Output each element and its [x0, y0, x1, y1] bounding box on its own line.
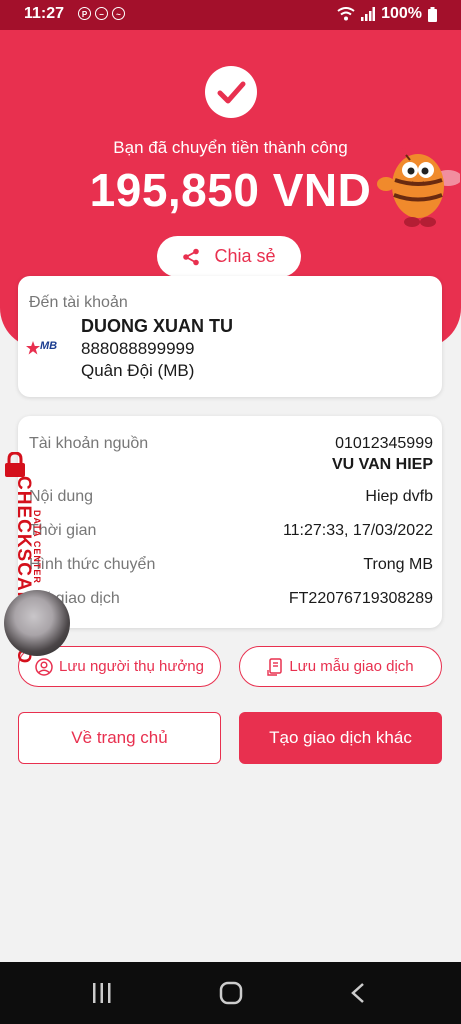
- recipient-name: DUONG XUAN TU: [81, 316, 233, 336]
- signal-icon: [361, 7, 376, 21]
- mb-logo-text: MB: [40, 340, 58, 352]
- back-icon[interactable]: [350, 982, 366, 1004]
- recipient-card: Đến tài khoản MB DUONG XUAN TU 888088899…: [18, 276, 442, 397]
- status-bar: 11:27 P − ~ 100%: [0, 0, 461, 30]
- method-row: Hình thức chuyển Trong MB: [29, 556, 433, 574]
- share-label: Chia sẻ: [214, 246, 276, 266]
- recipient-label: Đến tài khoản: [29, 294, 128, 311]
- share-button[interactable]: Chia sẻ: [157, 236, 301, 277]
- notification-icons: P − ~: [78, 7, 125, 20]
- home-button[interactable]: Về trang chủ: [18, 712, 221, 764]
- save-beneficiary-button[interactable]: Lưu người thụ hưởng: [18, 646, 221, 687]
- notification-p-icon: P: [78, 7, 91, 20]
- messenger-icon: ~: [112, 7, 125, 20]
- share-icon: [183, 248, 200, 265]
- battery-percent: 100%: [381, 5, 422, 22]
- recipient-bank: Quân Đội (MB): [81, 361, 195, 380]
- new-transaction-button[interactable]: Tạo giao dịch khác: [239, 712, 442, 764]
- save-template-button[interactable]: Lưu mẫu giao dịch: [239, 646, 442, 687]
- home-button-label: Về trang chủ: [71, 728, 168, 747]
- home-icon[interactable]: [219, 981, 243, 1005]
- user-icon: [35, 657, 53, 676]
- content-row: Nội dung Hiep dvfb: [29, 488, 433, 506]
- save-template-label: Lưu mẫu giao dịch: [289, 658, 414, 675]
- system-nav-bar: [0, 962, 461, 1024]
- dnd-icon: −: [95, 7, 108, 20]
- transaction-id-label: Mã giao dịch: [29, 590, 120, 607]
- time-row: Thời gian 11:27:33, 17/03/2022: [29, 522, 433, 540]
- transaction-id-value: FT22076719308289: [288, 590, 433, 607]
- source-account-value: 01012345999: [335, 435, 433, 452]
- sender-name: VU VAN HIEP: [331, 456, 433, 473]
- new-transaction-label: Tạo giao dịch khác: [269, 728, 412, 747]
- time-label: Thời gian: [29, 522, 97, 539]
- transaction-id-row: Mã giao dịch FT22076719308289: [29, 590, 433, 608]
- method-label: Hình thức chuyển: [29, 556, 156, 573]
- battery-icon: [428, 6, 437, 22]
- time-value: 11:27:33, 17/03/2022: [282, 522, 433, 539]
- mb-bank-logo: MB: [26, 340, 58, 356]
- transaction-details-card: Tài khoản nguồn 01012345999 VU VAN HIEP …: [18, 416, 442, 628]
- method-value: Trong MB: [363, 556, 433, 573]
- recent-apps-icon[interactable]: [90, 982, 114, 1004]
- content-value: Hiep dvfb: [365, 488, 433, 505]
- success-check-icon: [205, 66, 257, 118]
- status-time: 11:27: [24, 5, 65, 22]
- recipient-account: 888088899999: [81, 339, 195, 358]
- document-icon: [267, 657, 283, 676]
- content-label: Nội dung: [29, 488, 94, 505]
- status-right: 100%: [337, 5, 437, 23]
- source-account-label: Tài khoản nguồn: [29, 435, 149, 452]
- source-account-row: Tài khoản nguồn 01012345999: [29, 435, 433, 453]
- bee-mascot-icon: [377, 148, 460, 227]
- wifi-icon: [337, 7, 355, 21]
- save-beneficiary-label: Lưu người thụ hưởng: [59, 658, 204, 675]
